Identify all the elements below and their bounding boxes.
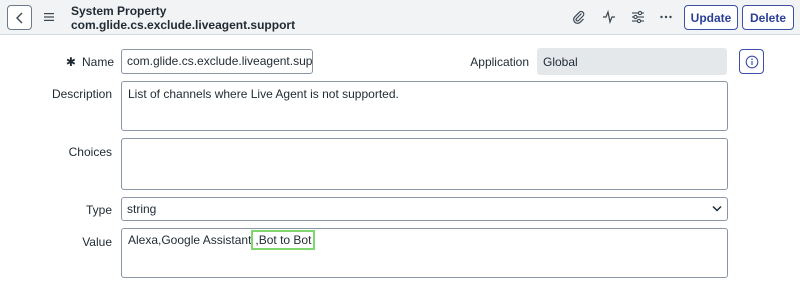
- type-label: Type: [85, 203, 112, 217]
- description-label: Description: [51, 87, 112, 101]
- hamburger-menu-icon[interactable]: [43, 11, 55, 23]
- type-selected-value: string: [127, 202, 157, 216]
- type-select[interactable]: string: [121, 197, 728, 221]
- settings-sliders-icon[interactable]: [630, 9, 646, 25]
- form-header: System Property com.glide.cs.exclude.liv…: [0, 0, 800, 35]
- choices-textarea[interactable]: [121, 138, 728, 190]
- required-indicator: ✱: [65, 55, 76, 69]
- name-label: ✱ Name: [58, 55, 114, 69]
- info-icon: [745, 55, 758, 68]
- delete-button[interactable]: Delete: [742, 5, 794, 30]
- value-label: Value: [82, 235, 112, 249]
- paperclip-icon[interactable]: [571, 9, 587, 25]
- value-textarea[interactable]: Alexa,Google Assistant ,Bot to Bot: [121, 228, 728, 278]
- application-field: Global: [537, 48, 727, 75]
- choices-label: Choices: [68, 145, 112, 159]
- info-button[interactable]: [739, 49, 764, 74]
- description-textarea[interactable]: List of channels where Live Agent is not…: [121, 81, 728, 131]
- value-text: Alexa,Google Assistant: [128, 233, 252, 247]
- update-button[interactable]: Update: [684, 5, 738, 30]
- more-options-icon[interactable]: [658, 9, 674, 25]
- value-text-highlighted: ,Bot to Bot: [251, 230, 316, 250]
- chevron-left-icon: [15, 12, 22, 23]
- record-title: System Property com.glide.cs.exclude.liv…: [71, 4, 295, 32]
- page-subtitle: com.glide.cs.exclude.liveagent.support: [71, 18, 296, 32]
- page-title: System Property: [71, 4, 167, 18]
- back-button[interactable]: [7, 5, 32, 30]
- application-label: Application: [470, 55, 529, 69]
- name-label-text: Name: [81, 55, 114, 69]
- name-input[interactable]: com.glide.cs.exclude.liveagent.support: [121, 49, 313, 74]
- activity-pulse-icon[interactable]: [601, 9, 617, 25]
- chevron-down-icon: [712, 205, 722, 212]
